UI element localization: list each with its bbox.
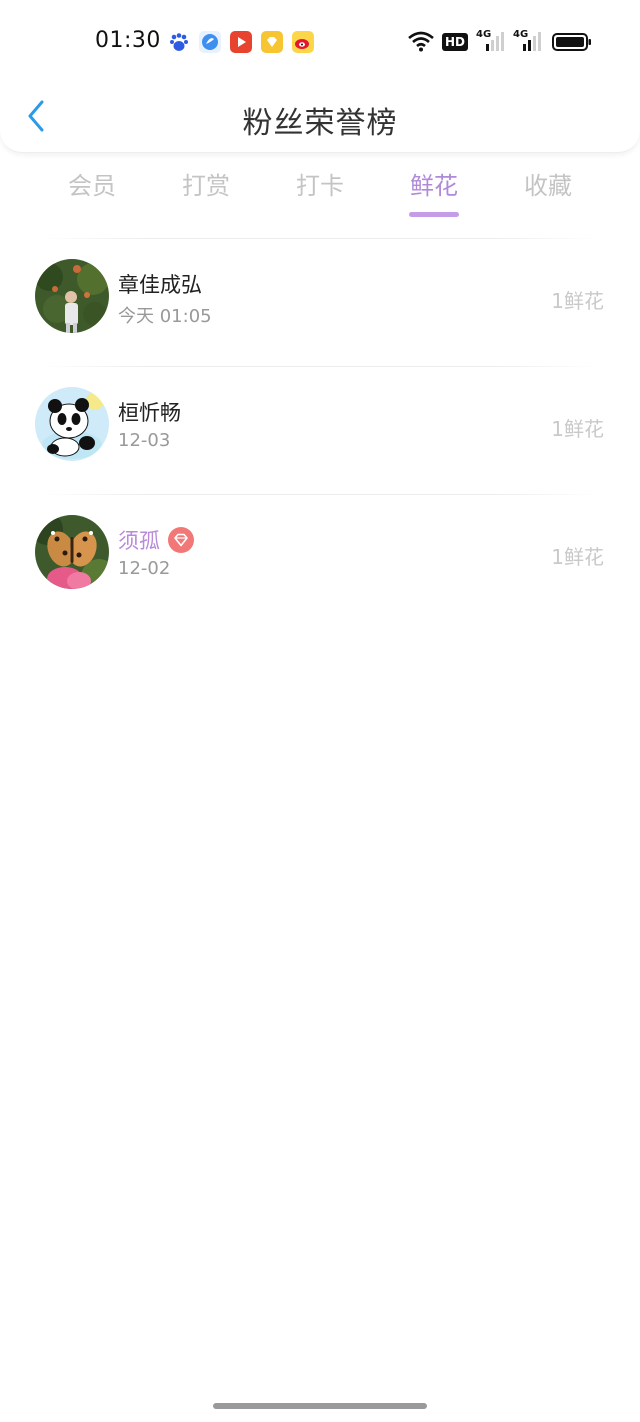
- home-indicator[interactable]: [213, 1403, 427, 1409]
- tab-label: 打赏: [182, 172, 230, 200]
- wifi-icon: [407, 30, 435, 56]
- tab-label: 鲜花: [410, 172, 458, 200]
- page-title: 粉丝荣誉榜: [242, 106, 398, 141]
- flower-count: 1鲜花: [551, 545, 604, 569]
- vip-diamond-icon: [168, 527, 194, 553]
- list-item[interactable]: 须孤 12-02 1鲜花: [0, 495, 640, 622]
- name-line: 章佳成弘: [118, 269, 202, 299]
- video-play-icon: [230, 31, 252, 53]
- name-line: 须孤: [118, 525, 194, 555]
- fan-date: 12-02: [118, 558, 171, 579]
- header-card: 01:30 HD 4G 4G 粉丝荣誉榜: [0, 0, 640, 153]
- status-time: 01:30: [95, 28, 161, 53]
- avatar[interactable]: [35, 387, 109, 461]
- tab-label: 收藏: [524, 172, 572, 200]
- weibo-icon: [292, 31, 314, 53]
- tab-bar: 会员 打赏 打卡 鲜花 收藏: [0, 166, 640, 220]
- hd-label: HD: [445, 35, 466, 49]
- name-line: 桓忻畅: [118, 397, 181, 427]
- tab-favorites[interactable]: 收藏: [498, 166, 598, 201]
- active-tab-indicator: [409, 212, 459, 217]
- battery-icon: [552, 33, 592, 55]
- fan-list: 章佳成弘 今天 01:05 1鲜花 桓忻畅 12-03 1鲜花 须孤 12-02…: [0, 238, 640, 622]
- baidu-paw-icon: [168, 31, 190, 53]
- fan-name: 桓忻畅: [118, 401, 181, 425]
- yellow-diamond-icon: [261, 31, 283, 53]
- fan-name: 须孤: [118, 529, 160, 553]
- blue-bird-icon: [199, 31, 221, 53]
- tab-checkin[interactable]: 打卡: [270, 166, 370, 201]
- list-item[interactable]: 桓忻畅 12-03 1鲜花: [0, 367, 640, 494]
- tab-flowers[interactable]: 鲜花: [384, 166, 484, 217]
- flower-count: 1鲜花: [551, 417, 604, 441]
- tab-member[interactable]: 会员: [42, 166, 142, 201]
- fan-name: 章佳成弘: [118, 273, 202, 297]
- tab-reward[interactable]: 打赏: [156, 166, 256, 201]
- hd-icon: HD: [442, 33, 469, 51]
- tab-label: 打卡: [296, 172, 344, 200]
- avatar[interactable]: [35, 259, 109, 333]
- list-item[interactable]: 章佳成弘 今天 01:05 1鲜花: [0, 239, 640, 366]
- fan-date: 今天 01:05: [118, 306, 212, 327]
- avatar[interactable]: [35, 515, 109, 589]
- fan-date: 12-03: [118, 430, 171, 451]
- tab-label: 会员: [68, 172, 116, 200]
- nav-bar: 粉丝荣誉榜: [0, 86, 640, 148]
- flower-count: 1鲜花: [551, 289, 604, 313]
- status-bar: 01:30 HD 4G 4G: [0, 0, 640, 86]
